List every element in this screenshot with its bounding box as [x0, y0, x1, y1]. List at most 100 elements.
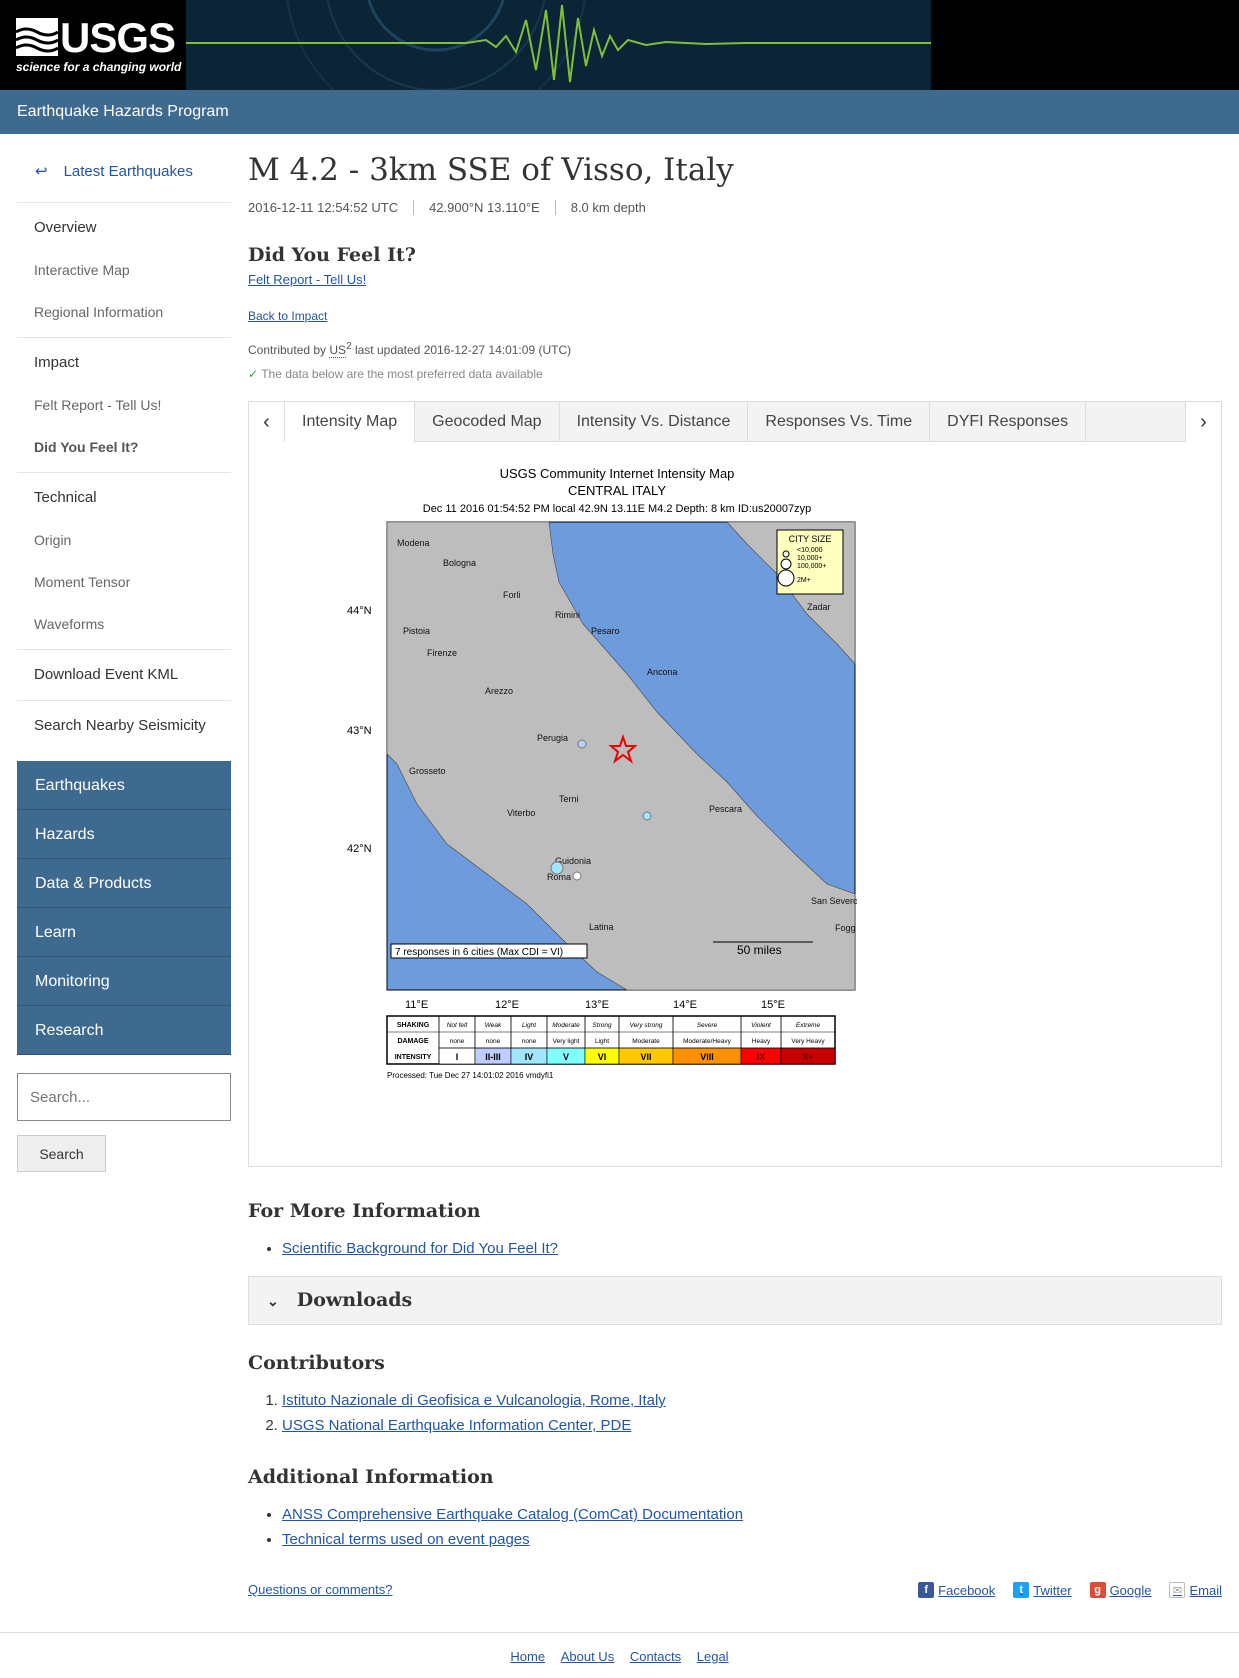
city-label: Arezzo: [485, 686, 513, 696]
intensity-label: V: [563, 1052, 569, 1062]
shaking-label: Violent: [751, 1022, 772, 1029]
city-label: Ancona: [647, 667, 678, 677]
divider: [17, 649, 231, 650]
damage-label: Moderate/Heavy: [683, 1038, 731, 1045]
share-google[interactable]: g Google: [1089, 1582, 1152, 1598]
damage-label: none: [486, 1038, 501, 1045]
nav-waveforms[interactable]: Waveforms: [17, 603, 231, 645]
more-info-section: For More Information Scientific Backgrou…: [248, 1200, 558, 1261]
search-input[interactable]: [17, 1073, 231, 1121]
city-label: Latina: [589, 922, 614, 932]
intensity-label: VIII: [700, 1052, 714, 1062]
contributor-ingv-link[interactable]: Istituto Nazionale di Geofisica e Vulcan…: [282, 1392, 666, 1409]
lat-label: 42°N: [347, 843, 372, 855]
share-links: f Facebook t Twitter g Google ✉ Email: [918, 1582, 1222, 1598]
legend-row-label: INTENSITY: [395, 1054, 432, 1061]
additional-info-heading: Additional Information: [248, 1466, 494, 1488]
nav-download-kml[interactable]: Download Event KML: [17, 654, 231, 696]
legend-row-label: SHAKING: [397, 1022, 430, 1029]
nav-interactive-map[interactable]: Interactive Map: [17, 249, 231, 291]
legend-row-label: DAMAGE: [397, 1038, 428, 1045]
city-label: Rimini: [555, 610, 580, 620]
footer-about[interactable]: About Us: [561, 1649, 614, 1664]
list-item: USGS National Earthquake Information Cen…: [282, 1413, 666, 1438]
tab-intensity-vs-distance[interactable]: Intensity Vs. Distance: [560, 402, 749, 442]
share-twitter[interactable]: t Twitter: [1013, 1582, 1072, 1598]
tab-intensity-map[interactable]: Intensity Map: [285, 402, 416, 443]
site-nav-research[interactable]: Research: [17, 1006, 231, 1055]
lon-labels: 11°E 12°E 13°E 14°E 15°E: [405, 999, 785, 1011]
share-email[interactable]: ✉ Email: [1169, 1582, 1222, 1598]
city-label: Grosseto: [409, 766, 446, 776]
google-plus-icon: g: [1089, 1582, 1106, 1598]
nav-regional-information[interactable]: Regional Information: [17, 291, 231, 333]
more-info-heading: For More Information: [248, 1200, 481, 1222]
search-button[interactable]: Search: [17, 1135, 106, 1172]
nav-moment-tensor[interactable]: Moment Tensor: [17, 561, 231, 603]
downloads-label: Downloads: [296, 1289, 413, 1311]
latest-earthquakes-link[interactable]: ↩ Latest Earthquakes: [17, 148, 231, 198]
site-nav-monitoring[interactable]: Monitoring: [17, 957, 231, 1006]
facebook-icon: f: [918, 1582, 935, 1598]
city-label: Firenze: [427, 648, 457, 658]
usgs-wave-icon: [16, 18, 58, 56]
contributor-code[interactable]: US: [329, 343, 347, 358]
map-subtitle: Dec 11 2016 01:54:52 PM local 42.9N 13.1…: [423, 503, 812, 515]
site-nav-data-products[interactable]: Data & Products: [17, 859, 231, 908]
nav-search-nearby[interactable]: Search Nearby Seismicity: [17, 705, 231, 747]
intensity-map-svg: USGS Community Internet Intensity Map CE…: [347, 466, 858, 1080]
site-nav-hazards[interactable]: Hazards: [17, 810, 231, 859]
nav-overview[interactable]: Overview: [17, 207, 231, 249]
updated-time: last updated 2016-12-27 14:01:09 (UTC): [354, 343, 572, 357]
site-nav-earthquakes[interactable]: Earthquakes: [17, 761, 231, 810]
damage-label: Very light: [553, 1038, 580, 1045]
footer-home[interactable]: Home: [510, 1649, 545, 1664]
tab-responses-vs-time[interactable]: Responses Vs. Time: [748, 402, 931, 442]
lat-label: 43°N: [347, 725, 372, 737]
contributor-neic-link[interactable]: USGS National Earthquake Information Cen…: [282, 1417, 631, 1434]
program-bar[interactable]: Earthquake Hazards Program: [0, 90, 1239, 134]
damage-label: Light: [595, 1038, 609, 1045]
dyfi-heading: Did You Feel It?: [248, 244, 416, 266]
felt-report-link[interactable]: Felt Report - Tell Us!: [248, 272, 366, 287]
list-item: Scientific Background for Did You Feel I…: [282, 1236, 558, 1261]
back-to-impact-link[interactable]: Back to Impact: [248, 309, 327, 323]
scientific-background-link[interactable]: Scientific Background for Did You Feel I…: [282, 1240, 558, 1257]
share-label: Twitter: [1033, 1582, 1072, 1598]
event-time: 2016-12-11 12:54:52 UTC: [248, 199, 399, 215]
questions-link[interactable]: Questions or comments?: [248, 1582, 393, 1597]
tab-geocoded-map[interactable]: Geocoded Map: [415, 402, 560, 442]
preferred-text: The data below are the most preferred da…: [261, 367, 543, 381]
damage-label: Very Heavy: [791, 1038, 825, 1045]
city-label: Bologna: [443, 558, 476, 568]
city-label: Viterbo: [507, 808, 535, 818]
more-info-list: Scientific Background for Did You Feel I…: [282, 1236, 558, 1261]
intensity-label: II-III: [485, 1052, 501, 1062]
footer-contacts[interactable]: Contacts: [630, 1649, 681, 1664]
comcat-docs-link[interactable]: ANSS Comprehensive Earthquake Catalog (C…: [282, 1506, 743, 1523]
site-nav: Earthquakes Hazards Data & Products Lear…: [17, 761, 231, 1055]
nav-impact[interactable]: Impact: [17, 342, 231, 384]
event-depth: 8.0 km depth: [554, 199, 661, 215]
logo-word: USGS: [60, 14, 176, 61]
downloads-toggle[interactable]: ⌄ Downloads: [248, 1276, 1222, 1325]
footer-legal[interactable]: Legal: [697, 1649, 729, 1664]
share-label: Google: [1109, 1582, 1152, 1598]
site-nav-learn[interactable]: Learn: [17, 908, 231, 957]
chevron-right-icon[interactable]: ›: [1185, 402, 1221, 442]
city-size-marker: [780, 558, 792, 570]
share-facebook[interactable]: f Facebook: [918, 1582, 995, 1598]
damage-label: Heavy: [752, 1038, 771, 1045]
response-marker: [572, 871, 582, 881]
technical-terms-link[interactable]: Technical terms used on event pages: [282, 1531, 530, 1548]
nav-did-you-feel-it[interactable]: Did You Feel It?: [17, 426, 231, 468]
response-marker: [577, 739, 587, 749]
damage-label: none: [522, 1038, 537, 1045]
chevron-left-icon[interactable]: ‹: [249, 402, 285, 442]
usgs-logo[interactable]: USGS science for a changing world: [16, 14, 181, 78]
nav-technical[interactable]: Technical: [17, 477, 231, 519]
city-size-4: 2M+: [797, 577, 811, 584]
nav-origin[interactable]: Origin: [17, 519, 231, 561]
nav-felt-report[interactable]: Felt Report - Tell Us!: [17, 384, 231, 426]
tab-dyfi-responses[interactable]: DYFI Responses: [930, 402, 1087, 442]
